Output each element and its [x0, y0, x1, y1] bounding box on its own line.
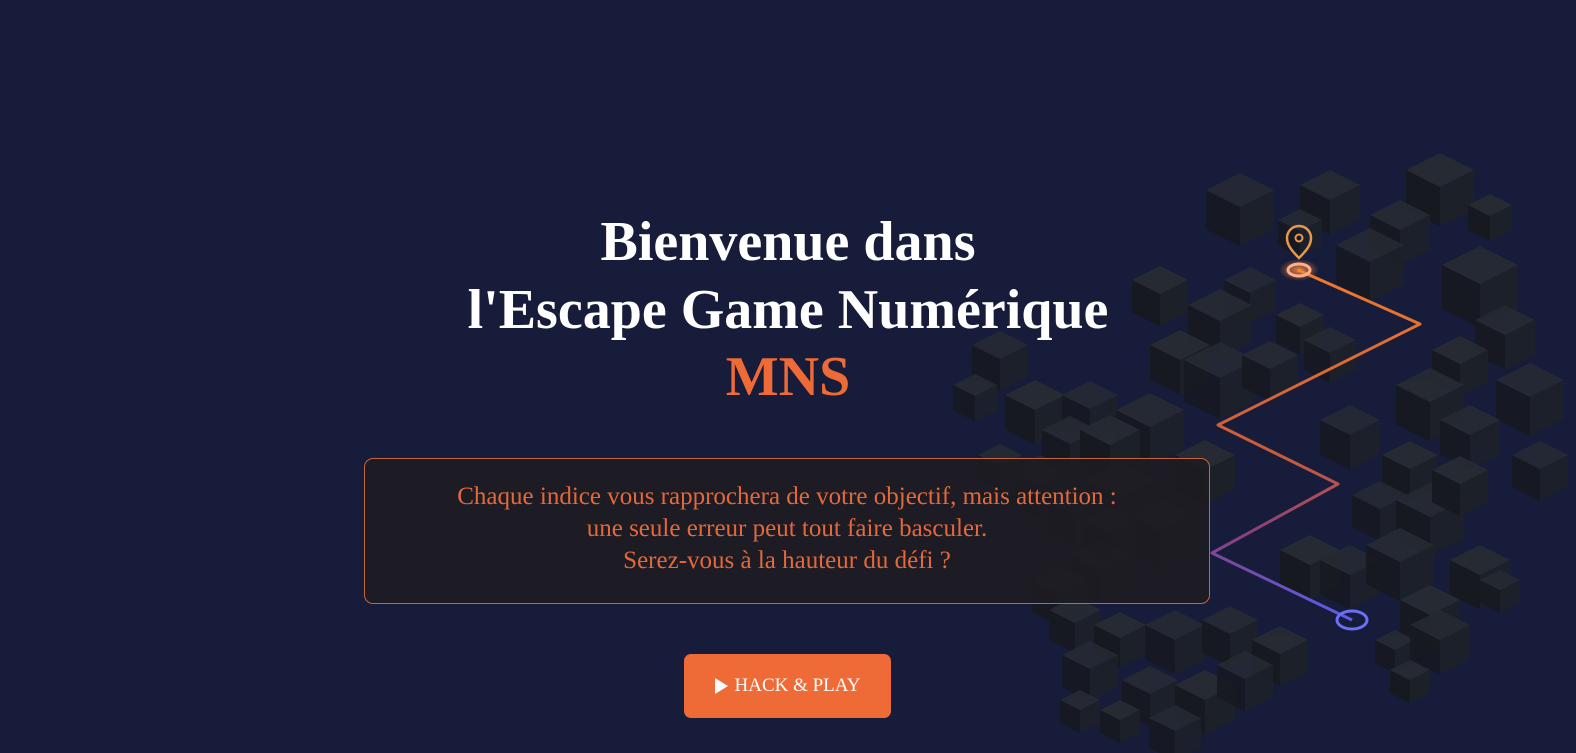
play-icon — [714, 678, 728, 694]
landing-page: Bienvenue dans l'Escape Game Numérique M… — [0, 0, 1576, 753]
intro-message-box: Chaque indice vous rapprochera de votre … — [364, 458, 1210, 604]
message-line-2: une seule erreur peut tout faire bascule… — [586, 515, 988, 542]
hack-and-play-button[interactable]: HACK & PLAY — [684, 654, 891, 718]
title-accent-mns: MNS — [725, 346, 851, 408]
title-line-1: Bienvenue dans — [600, 211, 976, 273]
message-line-3: Serez-vous à la hauteur du défi ? — [623, 547, 951, 574]
hero-section: Bienvenue dans l'Escape Game Numérique M… — [0, 0, 1576, 753]
title-line-2: l'Escape Game Numérique — [467, 279, 1109, 341]
hack-and-play-label: HACK & PLAY — [734, 675, 861, 696]
message-line-1: Chaque indice vous rapprochera de votre … — [457, 483, 1117, 510]
page-title: Bienvenue dans l'Escape Game Numérique M… — [388, 208, 1188, 410]
